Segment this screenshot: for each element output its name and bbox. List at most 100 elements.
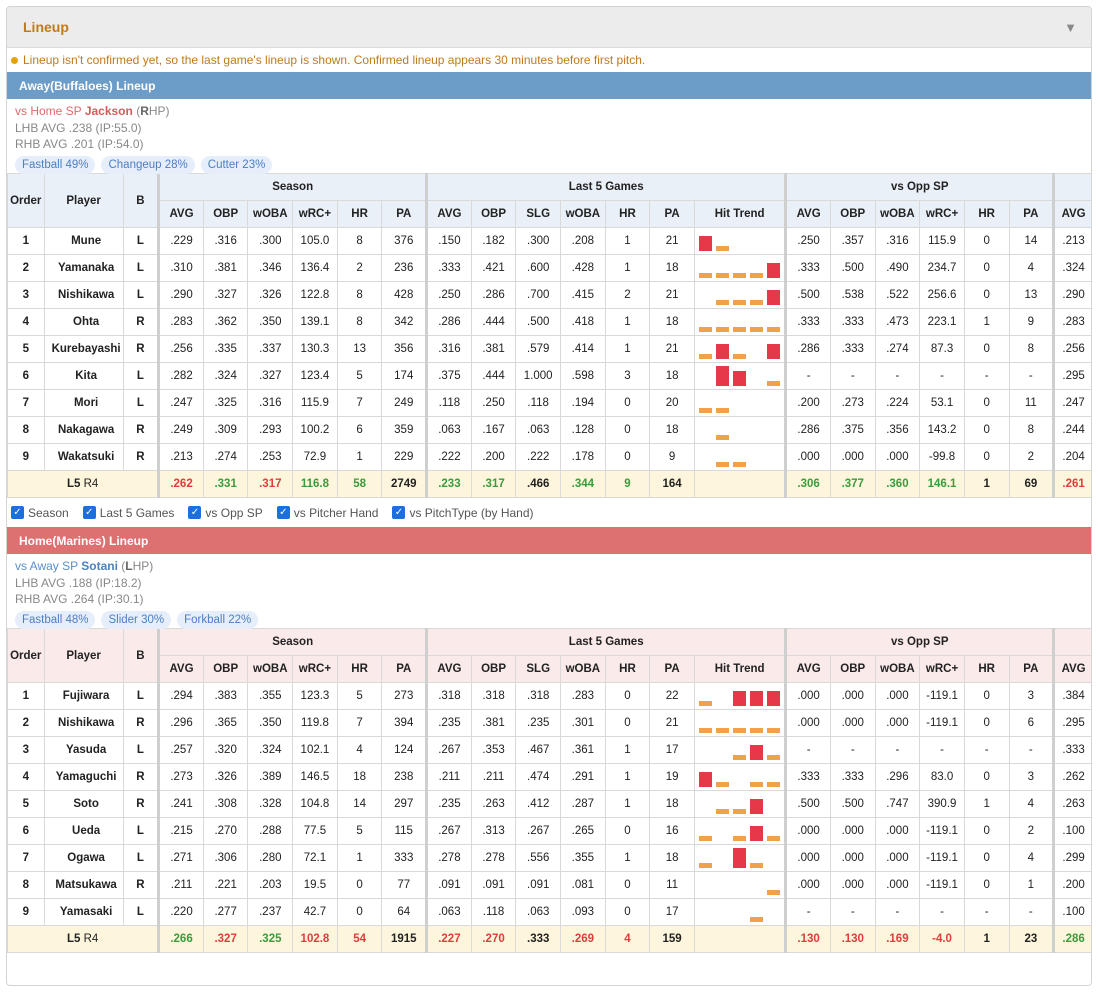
vs-sp-stat: 3 [1008,763,1055,791]
table-row[interactable]: 9 Yamasaki L .220.277.237 42.7 0 64.063.118.06… [7,898,1091,926]
table-row[interactable]: 1 Mune L .229.316.300 105.0 8 376.150.182.300.… [7,227,1091,255]
last5-stat: .361 [560,736,606,764]
hit-trend-bar [732,354,746,359]
vs-sp-stat: - [919,898,965,926]
extra-col-header: AVG [1052,200,1091,228]
pitch-tag[interactable]: Cutter 23% [200,155,273,174]
table-row[interactable]: 5 Kurebayashi R .256.335.337 130.3 13 356.316.… [7,335,1091,363]
bats-hand: L [122,844,160,872]
season-stat: .325 [202,389,249,417]
away-vs-label: vs Home SP [15,104,82,118]
vs-sp-stat: - [784,362,831,390]
last5-stat: .318 [470,682,517,710]
player-name: Kurebayashi [43,335,124,363]
hit-trend [693,308,787,336]
toggle-last5[interactable]: ✓ Last 5 Games [82,506,174,520]
season-stat: .381 [202,254,249,282]
pitch-tag[interactable]: Changeup 28% [101,155,195,174]
last5-stat: .150 [425,227,472,255]
home-sp-hand-rest: HP) [132,559,154,573]
batting-order: 9 [7,898,45,926]
vs-sp-stat: .357 [829,227,876,255]
toggle-season[interactable]: ✓ Season [11,506,69,520]
last5-col-header: AVG [425,200,472,228]
season-stat: 105.0 [292,227,338,255]
table-row[interactable]: 3 Nishikawa L .290.327.326 122.8 8 428.250.286… [7,281,1091,309]
away-sp-name[interactable]: Jackson [85,104,133,118]
table-row[interactable]: 2 Nishikawa R .296.365.350 119.8 7 394.235.381… [7,709,1091,737]
pitch-tag[interactable]: Slider 30% [101,610,172,629]
table-row[interactable]: 3 Yasuda L .257.320.324 102.1 4 124.267.353.46… [7,736,1091,764]
home-lineup-table: Order Player B Season Last 5 Games vs Opp SP A… [7,628,1091,953]
summary-last5-stat: .227 [425,925,472,953]
summary-season-stat: .327 [202,925,249,953]
table-row[interactable]: 8 Nakagawa R .249.309.293 100.2 6 359.063.167.… [7,416,1091,444]
table-row[interactable]: 4 Ohta R .283.362.350 139.1 8 342.286.444.500.… [7,308,1091,336]
extra-avg: .213 [1052,227,1091,255]
last5-stat: .415 [560,281,606,309]
table-row[interactable]: 5 Soto R .241.308.328 104.8 14 297.235.263.412… [7,790,1091,818]
last5-stat: .265 [560,817,606,845]
table-row[interactable]: 7 Mori L .247.325.316 115.9 7 249.118.250.118.… [7,389,1091,417]
table-row[interactable]: 9 Wakatsuki R .213.274.253 72.9 1 229.222.200.… [7,443,1091,471]
table-row[interactable]: 8 Matsukawa R .211.221.203 19.5 0 77.091.091.0… [7,871,1091,899]
vs-sp-stat: .500 [784,790,831,818]
toggle-vs-pitcher-hand[interactable]: ✓ vs Pitcher Hand [276,506,378,520]
last5-group-header: Last 5 Games [425,173,787,201]
table-row[interactable]: 6 Kita L .282.324.327 123.4 5 174.375.444 1.000… [7,362,1091,390]
table-row[interactable]: 2 Yamanaka L .310.381.346 136.4 2 236.333.421.… [7,254,1091,282]
bats-hand: L [122,389,160,417]
panel-header[interactable]: Lineup ▼ [7,7,1091,48]
season-stat: 136.4 [292,254,338,282]
season-col-header: HR [336,200,383,228]
vs-sp-stat: 4 [1008,790,1055,818]
toggle-vs-opp-sp[interactable]: ✓ vs Opp SP [188,506,263,520]
table-row[interactable]: 1 Fujiwara L .294.383.355 123.3 5 273.318.318.… [7,682,1091,710]
last5-stat: .208 [560,227,606,255]
season-col-header: PA [381,655,428,683]
hit-trend-bar [715,782,729,787]
vs-sp-stat: .316 [874,227,921,255]
pitch-tag[interactable]: Forkball 22% [177,610,259,629]
extra-avg: .263 [1052,790,1091,818]
hit-trend-bar [732,371,746,386]
season-stat: .220 [157,898,204,926]
checkbox-checked-icon[interactable]: ✓ [392,506,406,519]
summary-trend-empty [693,470,787,498]
table-row[interactable]: 4 Yamaguchi R .273.326.389 146.5 18 238.211.21… [7,763,1091,791]
pitch-tag[interactable]: Fastball 49% [15,155,96,174]
vs-sp-stat: .000 [829,844,876,872]
checkbox-checked-icon[interactable]: ✓ [188,506,202,519]
last5-stat: .355 [560,844,606,872]
bats-hand: R [122,443,160,471]
season-stat: .326 [247,281,294,309]
pitch-tag[interactable]: Fastball 48% [15,610,96,629]
batting-order: 8 [7,416,45,444]
checkbox-checked-icon[interactable]: ✓ [82,506,96,519]
table-row[interactable]: 7 Ogawa L .271.306.280 72.1 1 333.278.278.556.… [7,844,1091,872]
table-row[interactable]: 6 Ueda L .215.270.288 77.5 5 115.267.313.267.2… [7,817,1091,845]
hit-trend-bar [749,917,763,922]
vs-sp-stat: .273 [829,389,876,417]
hit-trend-bar [732,809,746,814]
vs-sp-stat: .224 [874,389,921,417]
player-name: Yamaguchi [43,763,124,791]
season-stat: .316 [247,389,294,417]
last5-stat: .081 [560,871,606,899]
season-col-header: OBP [202,655,249,683]
triangle-down-icon[interactable]: ▼ [1064,20,1077,35]
season-stat: .308 [202,790,249,818]
last5-stat: .291 [560,763,606,791]
home-sp-name[interactable]: Sotani [81,559,118,573]
extra-avg: .262 [1052,763,1091,791]
bats-hand: L [122,227,160,255]
last5-stat: 0 [604,898,651,926]
season-stat: 7 [336,709,383,737]
last5-stat: .283 [560,682,606,710]
checkbox-checked-icon[interactable]: ✓ [276,506,290,519]
toggle-vs-pitchtype[interactable]: ✓ vs PitchType (by Hand) [392,506,534,520]
checkbox-checked-icon[interactable]: ✓ [11,506,24,519]
last5-stat: .316 [425,335,472,363]
batting-order: 2 [7,709,45,737]
season-stat: 273 [381,682,428,710]
